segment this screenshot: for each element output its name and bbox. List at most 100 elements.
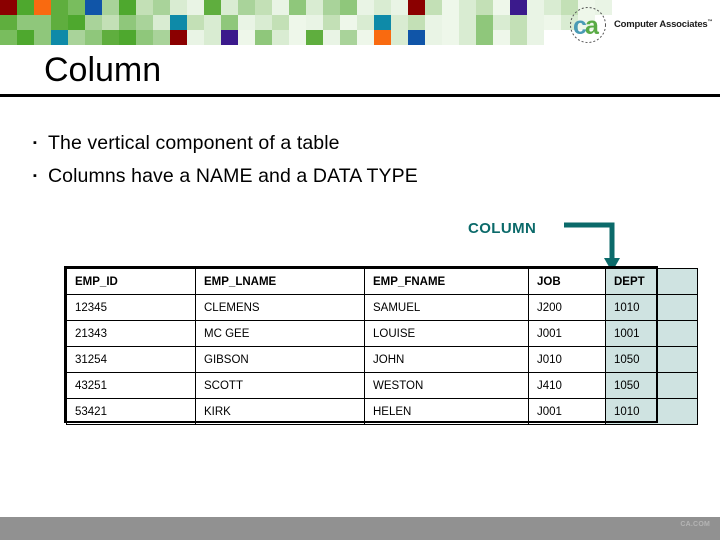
mosaic-tile — [340, 30, 357, 45]
mosaic-tile — [221, 30, 238, 45]
mosaic-tile — [255, 15, 272, 30]
mosaic-tile — [425, 0, 442, 15]
footer-note: CA.COM — [680, 521, 710, 528]
column-header-emp_fname: EMP_FNAME — [364, 268, 529, 295]
mosaic-tile — [221, 0, 238, 15]
table-row: 12345 CLEMENS SAMUEL J200 1010 — [66, 294, 698, 321]
column-header-job: JOB — [528, 268, 606, 295]
mosaic-tile — [476, 15, 493, 30]
table-row: 43251 SCOTT WESTON J410 1050 — [66, 372, 698, 399]
column-header-emp_id: EMP_ID — [66, 268, 196, 295]
bullet-marker-icon: ▪ — [33, 137, 37, 149]
mosaic-tile — [391, 15, 408, 30]
table-cell: JOHN — [364, 346, 529, 373]
table-cell: 1001 — [605, 320, 698, 347]
mosaic-tile — [187, 0, 204, 15]
mosaic-tile — [204, 15, 221, 30]
svg-text:a: a — [585, 12, 600, 40]
table-cell: HELEN — [364, 398, 529, 425]
bullet-item: ▪ Columns have a NAME and a DATA TYPE — [30, 162, 650, 190]
mosaic-tile — [255, 0, 272, 15]
mosaic-tile — [289, 15, 306, 30]
mosaic-tile — [357, 30, 374, 45]
mosaic-tile — [459, 30, 476, 45]
mosaic-tile — [425, 15, 442, 30]
mosaic-tile — [459, 0, 476, 15]
slide-title: Column — [44, 51, 162, 89]
mosaic-tile — [374, 0, 391, 15]
column-header-dept: DEPT — [605, 268, 698, 295]
table-cell: J200 — [528, 294, 606, 321]
mosaic-tile — [187, 15, 204, 30]
mosaic-tile — [238, 15, 255, 30]
mosaic-tile — [442, 30, 459, 45]
bullet-text: Columns have a NAME and a DATA TYPE — [48, 165, 418, 187]
mosaic-tile — [187, 30, 204, 45]
mosaic-tile — [153, 0, 170, 15]
mosaic-tile — [306, 0, 323, 15]
ca-logo-wordmark-text: Computer Associates — [614, 19, 708, 31]
mosaic-tile — [153, 15, 170, 30]
mosaic-tile — [102, 0, 119, 15]
mosaic-tile — [238, 30, 255, 45]
mosaic-tile — [323, 15, 340, 30]
mosaic-tile — [272, 15, 289, 30]
mosaic-tile — [119, 0, 136, 15]
footer-bar — [0, 517, 720, 540]
mosaic-tile — [510, 30, 527, 45]
mosaic-tile — [119, 30, 136, 45]
mosaic-tile — [34, 30, 51, 45]
table-cell: 21343 — [66, 320, 196, 347]
table-cell: 53421 — [66, 398, 196, 425]
mosaic-tile — [272, 30, 289, 45]
table-cell: 1010 — [605, 398, 698, 425]
mosaic-tile — [408, 15, 425, 30]
mosaic-tile — [85, 0, 102, 15]
mosaic-tile — [357, 15, 374, 30]
table-cell: J001 — [528, 320, 606, 347]
mosaic-tile — [204, 0, 221, 15]
mosaic-tile — [170, 30, 187, 45]
mosaic-tile — [85, 30, 102, 45]
mosaic-tile — [476, 0, 493, 15]
table-cell: 43251 — [66, 372, 196, 399]
mosaic-tile — [544, 0, 561, 15]
mosaic-tile — [51, 15, 68, 30]
mosaic-tile — [0, 0, 17, 15]
column-header-emp_lname: EMP_LNAME — [195, 268, 365, 295]
mosaic-tile — [255, 30, 272, 45]
mosaic-tile — [85, 15, 102, 30]
mosaic-tile — [391, 0, 408, 15]
mosaic-tile — [136, 15, 153, 30]
table-cell: 1050 — [605, 372, 698, 399]
mosaic-tile — [68, 30, 85, 45]
mosaic-tile — [289, 0, 306, 15]
mosaic-tile — [459, 15, 476, 30]
bullet-marker-icon: ▪ — [33, 170, 37, 182]
table-cell: CLEMENS — [195, 294, 365, 321]
ca-logo-mark: c a — [566, 6, 610, 44]
mosaic-tile — [544, 30, 561, 45]
title-divider — [0, 94, 720, 97]
mosaic-tile — [102, 15, 119, 30]
mosaic-tile — [527, 15, 544, 30]
bullet-item: ▪ The vertical component of a table — [30, 129, 650, 157]
table-cell: MC GEE — [195, 320, 365, 347]
table-cell: 1010 — [605, 294, 698, 321]
mosaic-tile — [238, 0, 255, 15]
mosaic-tile — [493, 30, 510, 45]
ca-logo-wordmark: Computer Associates™ — [614, 19, 713, 31]
employee-table-wrap: EMP_ID EMP_LNAME EMP_FNAME JOB DEPT 12345 CLEM… — [66, 268, 698, 425]
table-cell: SAMUEL — [364, 294, 529, 321]
mosaic-tile — [51, 30, 68, 45]
mosaic-tile — [442, 0, 459, 15]
mosaic-tile — [119, 15, 136, 30]
ca-logo: c a Computer Associates™ — [566, 5, 716, 45]
mosaic-tile — [102, 30, 119, 45]
mosaic-tile — [136, 0, 153, 15]
mosaic-tile — [476, 30, 493, 45]
mosaic-tile — [323, 0, 340, 15]
mosaic-tile — [527, 30, 544, 45]
mosaic-tile — [221, 15, 238, 30]
mosaic-tile — [510, 15, 527, 30]
